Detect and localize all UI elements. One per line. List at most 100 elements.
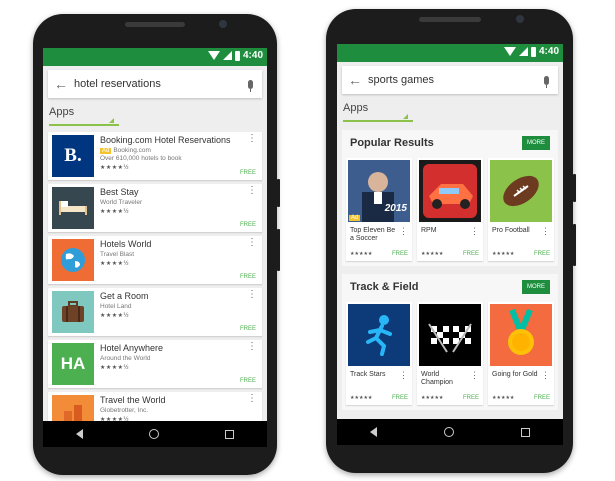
overflow-menu-icon[interactable]: ⋮ xyxy=(399,370,408,381)
battery-icon xyxy=(530,46,536,57)
game-name: RPM xyxy=(421,227,437,234)
signal-icon xyxy=(222,51,232,60)
apps-tab[interactable]: Apps xyxy=(337,98,563,124)
nav-recents-icon[interactable] xyxy=(225,429,234,439)
app-title: Booking.com Hotel Reservations xyxy=(100,135,231,145)
race-car-icon xyxy=(419,160,481,222)
back-arrow-icon[interactable]: ← xyxy=(342,72,368,88)
right-screen: 4:40 ← sports games Apps Popular Results… xyxy=(337,44,563,445)
suitcase-icon xyxy=(52,291,94,333)
section-title: Track & Field xyxy=(350,281,419,293)
ad-badge: Ad xyxy=(100,148,112,154)
price-label: FREE xyxy=(391,251,408,257)
rating-stars: ★★★★½ xyxy=(100,313,130,319)
rating-stars: ★★★★½ xyxy=(100,165,130,171)
nav-recents-icon[interactable] xyxy=(520,427,530,437)
game-card-going-for-gold[interactable]: Going for Gold ⋮ ★★★★★ FREE xyxy=(488,302,554,405)
power-button[interactable] xyxy=(573,174,576,202)
front-camera xyxy=(219,20,227,28)
rating-stars: ★★★★★ xyxy=(492,395,515,401)
speaker-grille xyxy=(125,22,185,27)
volume-button[interactable] xyxy=(277,229,280,271)
navigation-bar xyxy=(43,421,267,447)
game-card-top-eleven[interactable]: 2015 Ad Top Eleven Be a Soccer ⋮ ★★★★★ F… xyxy=(346,158,412,261)
app-developer: Travel Blast xyxy=(100,251,135,258)
list-item-booking[interactable]: B. Booking.com Hotel Reservations Ad Book… xyxy=(48,132,262,180)
game-name: World Champion xyxy=(421,371,453,386)
tab-indicator xyxy=(49,124,119,126)
search-bar[interactable]: ← hotel reservations xyxy=(48,70,262,98)
back-arrow-icon[interactable]: ← xyxy=(48,76,74,92)
app-developer: Globetrotter, Inc. xyxy=(100,407,149,414)
app-title: Travel the World xyxy=(100,395,166,405)
microphone-icon[interactable] xyxy=(534,75,558,88)
price-label: FREE xyxy=(239,274,256,280)
overflow-menu-icon[interactable]: ⋮ xyxy=(470,370,479,381)
tab-corner-triangle xyxy=(403,114,408,119)
price-label: FREE xyxy=(533,395,550,401)
nav-back-icon[interactable] xyxy=(370,427,378,437)
overflow-menu-icon[interactable]: ⋮ xyxy=(247,238,257,248)
overflow-menu-icon[interactable]: ⋮ xyxy=(399,226,408,237)
more-button[interactable]: MORE xyxy=(522,280,550,294)
navigation-bar xyxy=(337,419,563,445)
app-title: Get a Room xyxy=(100,291,149,301)
overflow-menu-icon[interactable]: ⋮ xyxy=(247,134,257,144)
rating-stars: ★★★★★ xyxy=(492,251,515,257)
overflow-menu-icon[interactable]: ⋮ xyxy=(247,290,257,300)
overflow-menu-icon[interactable]: ⋮ xyxy=(247,342,257,352)
overflow-menu-icon[interactable]: ⋮ xyxy=(470,226,479,237)
app-developer: Hotel Land xyxy=(100,303,132,310)
checkered-flags-icon xyxy=(419,304,481,366)
apps-tab-label: Apps xyxy=(49,106,75,118)
overflow-menu-icon[interactable]: ⋮ xyxy=(541,226,550,237)
rating-stars: ★★★★★ xyxy=(350,251,373,257)
apps-tab-label: Apps xyxy=(343,102,369,114)
overflow-menu-icon[interactable]: ⋮ xyxy=(541,370,550,381)
power-button[interactable] xyxy=(277,179,280,207)
apps-tab[interactable]: Apps xyxy=(43,102,267,128)
price-label: FREE xyxy=(239,170,256,176)
tab-indicator xyxy=(343,120,413,122)
nav-home-icon[interactable] xyxy=(149,429,159,439)
microphone-icon[interactable] xyxy=(238,79,262,92)
game-name: Track Stars xyxy=(350,371,386,378)
rating-stars: ★★★★★ xyxy=(421,251,444,257)
wifi-icon xyxy=(207,51,220,60)
speaker-grille xyxy=(419,17,481,22)
clock: 4:40 xyxy=(538,46,559,57)
front-camera xyxy=(516,15,524,23)
left-screen: 4:40 ← hotel reservations Apps B. Bookin… xyxy=(43,48,267,447)
app-developer: World Traveler xyxy=(100,199,143,206)
overflow-menu-icon[interactable]: ⋮ xyxy=(247,394,257,404)
nav-home-icon[interactable] xyxy=(443,427,454,437)
search-query[interactable]: hotel reservations xyxy=(74,78,238,90)
tab-corner-triangle xyxy=(109,118,114,123)
wifi-icon xyxy=(503,47,516,56)
game-card-pro-football[interactable]: Pro Football ⋮ ★★★★★ FREE xyxy=(488,158,554,261)
runner-icon xyxy=(348,304,410,366)
list-item-best-stay[interactable]: Best Stay World Traveler ★★★★½ FREE ⋮ xyxy=(48,184,262,232)
booking-b-icon: B. xyxy=(52,135,94,177)
list-item-hotel-anywhere[interactable]: HA Hotel Anywhere Around the World ★★★★½… xyxy=(48,340,262,388)
app-title: Hotel Anywhere xyxy=(100,343,164,353)
overflow-menu-icon[interactable]: ⋮ xyxy=(247,186,257,196)
section-popular-results: Popular Results MORE 2015 Ad Top Eleven … xyxy=(342,130,558,266)
list-item-hotels-world[interactable]: Hotels World Travel Blast ★★★★½ FREE ⋮ xyxy=(48,236,262,284)
football-icon xyxy=(490,160,552,222)
nav-back-icon[interactable] xyxy=(76,429,83,439)
game-card-track-stars[interactable]: Track Stars ⋮ ★★★★★ FREE xyxy=(346,302,412,405)
app-developer: Around the World xyxy=(100,355,151,362)
gold-medal-icon xyxy=(490,304,552,366)
status-bar: 4:40 xyxy=(43,48,267,66)
price-label: FREE xyxy=(239,222,256,228)
search-bar[interactable]: ← sports games xyxy=(342,66,558,94)
search-query[interactable]: sports games xyxy=(368,74,534,86)
ha-icon: HA xyxy=(52,343,94,385)
volume-button[interactable] xyxy=(573,224,576,266)
game-card-world-champion[interactable]: World Champion ⋮ ★★★★★ FREE xyxy=(417,302,483,405)
game-card-rpm[interactable]: RPM ⋮ ★★★★★ FREE xyxy=(417,158,483,261)
more-button[interactable]: MORE xyxy=(522,136,550,150)
ad-badge: Ad xyxy=(349,215,361,221)
list-item-get-a-room[interactable]: Get a Room Hotel Land ★★★★½ FREE ⋮ xyxy=(48,288,262,336)
